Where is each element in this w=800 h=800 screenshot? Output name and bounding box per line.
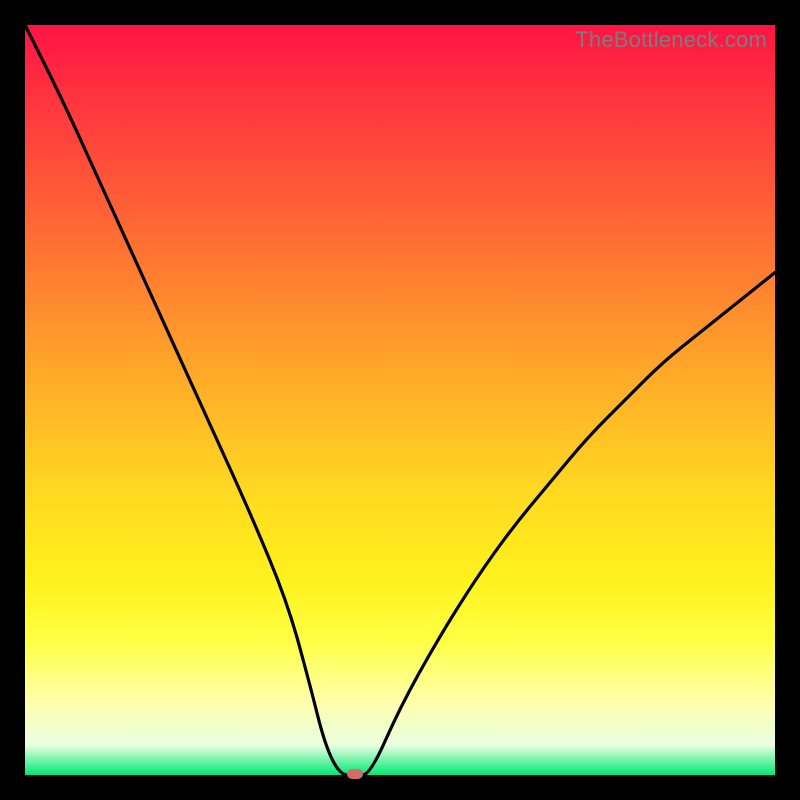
- plot-area: TheBottleneck.com: [25, 25, 775, 775]
- bottleneck-curve: [25, 25, 775, 775]
- curve-path: [25, 25, 775, 775]
- minimum-marker: [347, 769, 363, 779]
- chart-frame: TheBottleneck.com: [0, 0, 800, 800]
